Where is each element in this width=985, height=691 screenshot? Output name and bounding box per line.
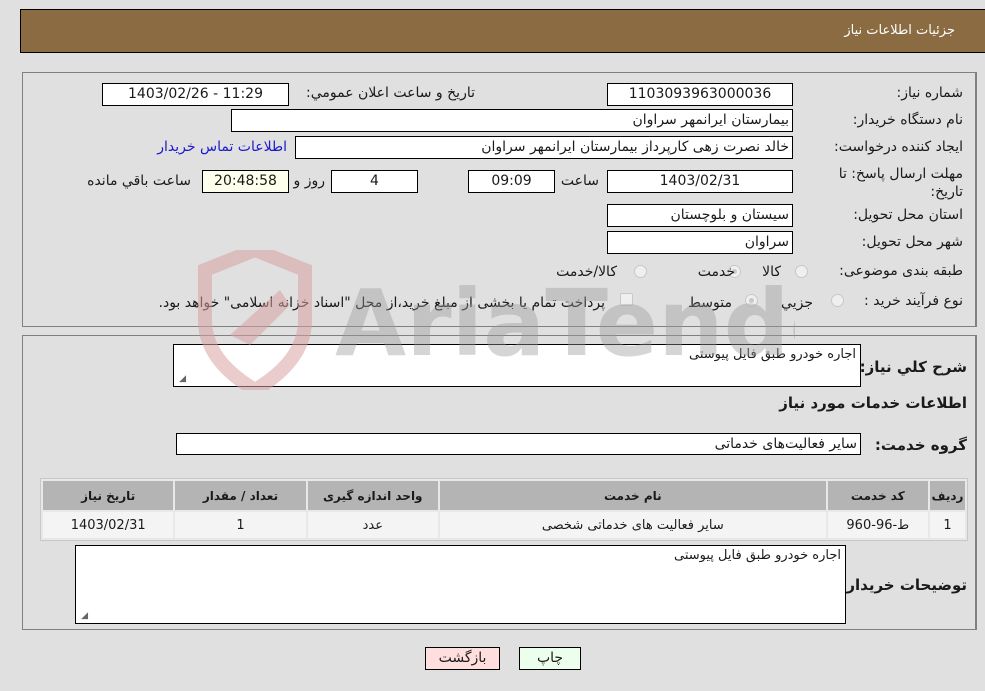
buyer-notes-text: اجاره خودرو طبق فایل پیوستی <box>674 548 841 563</box>
announce-datetime-label: تاریخ و ساعت اعلان عمومي: <box>306 85 475 101</box>
city-field: سراوان <box>607 231 793 254</box>
cell-row-number: 1 <box>929 512 965 538</box>
remaining-days-field: 4 <box>331 170 418 193</box>
requester-label: ايجاد کننده درخواست: <box>834 139 963 155</box>
col-need-date: تاريخ نياز <box>43 481 174 510</box>
purchase-type-radio-medium[interactable] <box>745 294 758 307</box>
remaining-time-field: 20:48:58 <box>202 170 289 193</box>
service-group-field: سایر فعالیت‌های خدماتی <box>176 433 861 455</box>
deadline-date-field: 1403/02/31 <box>607 170 793 193</box>
services-table: رديف کد خدمت نام خدمت واحد اندازه گيری ت… <box>40 478 968 541</box>
col-unit: واحد اندازه گيری <box>307 481 438 510</box>
general-desc-label: شرح کلي نياز: <box>859 358 967 376</box>
purchase-type-radio-minor[interactable] <box>831 294 844 307</box>
category-radio-goods[interactable] <box>795 265 808 278</box>
purchase-type-label: نوع فرآيند خريد : <box>864 293 963 309</box>
general-desc-text: اجاره خودرو طبق فایل پیوستی <box>689 347 856 362</box>
category-option-goods: کالا <box>762 264 781 280</box>
province-label: استان محل تحویل: <box>853 207 963 223</box>
need-number-label: شماره نیاز: <box>896 85 964 101</box>
col-service-name: نام خدمت <box>439 481 826 510</box>
service-group-label: گروه خدمت: <box>874 436 967 454</box>
buyer-contact-link[interactable]: اطلاعات تماس خريدار <box>157 139 287 155</box>
days-label: روز و <box>293 173 326 189</box>
table-row: 1 ط-96-960 سایر فعالیت های خدماتی شخصی ع… <box>43 512 965 538</box>
purchase-type-option-medium: متوسط <box>688 295 732 311</box>
cell-service-name: سایر فعالیت های خدماتی شخصی <box>439 512 826 538</box>
buyer-org-field: بيمارستان ايرانمهر سراوان <box>231 109 793 132</box>
col-quantity: تعداد / مقدار <box>175 481 306 510</box>
page-title: جزئیات اطلاعات نیاز <box>844 23 955 38</box>
category-option-service: خدمت <box>697 264 735 280</box>
remaining-time-label: ساعت باقي مانده <box>87 173 191 189</box>
category-option-goods-service: کالا/خدمت <box>556 264 617 280</box>
category-label: طبقه بندی موضوعی: <box>839 263 963 279</box>
purchase-type-option-minor: جزيي <box>781 295 813 311</box>
resize-handle-icon[interactable]: ◢ <box>176 374 186 384</box>
need-number-field: 1103093963000036 <box>607 83 793 106</box>
city-label: شهر محل تحویل: <box>861 234 963 250</box>
table-header-row: رديف کد خدمت نام خدمت واحد اندازه گيری ت… <box>43 481 965 510</box>
deadline-time-label: ساعت <box>560 173 599 189</box>
cell-service-code: ط-96-960 <box>827 512 928 538</box>
page-header: جزئیات اطلاعات نیاز <box>20 9 985 53</box>
col-row-number: رديف <box>929 481 965 510</box>
service-details-panel: شرح کلي نياز: اجاره خودرو طبق فایل پیوست… <box>22 335 977 630</box>
need-info-panel: شماره نیاز: 1103093963000036 تاریخ و ساع… <box>22 72 977 327</box>
col-service-code: کد خدمت <box>827 481 928 510</box>
print-button[interactable]: چاپ <box>519 647 581 670</box>
deadline-time-field: 09:09 <box>468 170 555 193</box>
treasury-checkbox[interactable] <box>620 293 633 306</box>
announce-datetime-field: 1403/02/26 - 11:29 <box>102 83 289 106</box>
back-button[interactable]: بازگشت <box>425 647 500 670</box>
category-radio-goods-service[interactable] <box>634 265 647 278</box>
cell-quantity: 1 <box>175 512 306 538</box>
buyer-notes-label: توضيحات خريدار: <box>840 576 967 594</box>
resize-handle-icon[interactable]: ◢ <box>78 611 88 621</box>
cell-need-date: 1403/02/31 <box>43 512 174 538</box>
cell-unit: عدد <box>307 512 438 538</box>
treasury-note: پرداخت تمام یا بخشی از مبلغ خرید،از محل … <box>158 295 605 311</box>
services-heading: اطلاعات خدمات مورد نياز <box>779 394 967 412</box>
general-desc-textarea[interactable]: اجاره خودرو طبق فایل پیوستی ◢ <box>173 344 861 387</box>
deadline-label: مهلت ارسال پاسخ: تا تاریخ: <box>838 166 963 200</box>
province-field: سيستان و بلوچستان <box>607 204 793 227</box>
buyer-org-label: نام دستگاه خريدار: <box>852 112 963 128</box>
requester-field: خالد نصرت زهی کارپرداز بیمارستان ایرانمه… <box>295 136 793 159</box>
buyer-notes-textarea[interactable]: اجاره خودرو طبق فایل پیوستی ◢ <box>75 545 846 624</box>
